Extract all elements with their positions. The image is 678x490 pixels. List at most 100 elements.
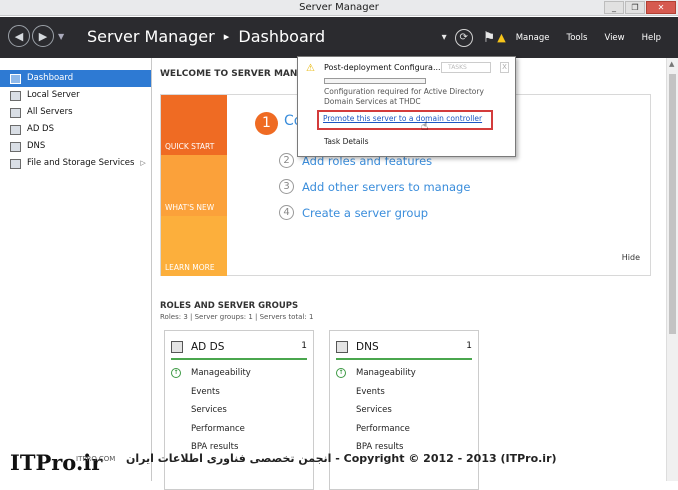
window-controls: _ ❐ ✕ [604,1,676,14]
notifications-flag-icon[interactable]: ⚑ [483,30,496,46]
roles-summary: Roles: 3 | Server groups: 1 | Servers to… [160,313,314,321]
minimize-button[interactable]: _ [604,1,624,14]
sidebar-item-all-servers[interactable]: All Servers [0,104,151,121]
refresh-icon[interactable]: ⟳ [454,28,473,47]
step-add-servers[interactable]: 3 Add other servers to manage [279,179,470,194]
warning-badge-icon: ▲ [497,31,506,44]
role-card-ad-ds[interactable]: AD DS 1 ↑ Manageability Events Services … [164,330,314,490]
refresh-dropdown-icon[interactable]: ▾ [442,32,447,43]
sidebar: Dashboard Local Server All Servers AD DS… [0,58,152,481]
notification-title: Post-deployment Configura... [324,63,441,72]
scroll-up-icon[interactable]: ▲ [669,60,674,68]
sidebar-item-dns[interactable]: DNS [0,138,151,155]
servers-icon [10,107,21,118]
menu-help[interactable]: Help [642,33,661,43]
role-row-events[interactable]: Events [356,387,385,397]
role-row-manageability[interactable]: ↑ Manageability [336,368,416,378]
sidebar-item-label: AD DS [27,124,55,134]
status-ok-icon: ↑ [171,368,181,378]
role-row-services[interactable]: Services [356,405,392,415]
sidebar-item-label: All Servers [27,107,73,117]
tasks-dropdown[interactable]: TASKS [441,62,491,73]
step-label[interactable]: Create a server group [302,206,428,220]
warning-icon: ⚠ [306,63,315,74]
role-count: 1 [466,341,472,351]
breadcrumb-current: Dashboard [238,27,326,46]
watermark-small: ITPRO.COM [76,455,116,463]
forward-arrow-icon: ▶ [38,29,48,43]
role-name: DNS [356,341,379,353]
role-row-label: Manageability [356,368,416,378]
menu-tools[interactable]: Tools [566,33,587,43]
scrollbar-thumb[interactable] [669,74,676,334]
history-dropdown-icon[interactable]: ▼ [58,32,64,41]
status-ok-icon: ↑ [336,368,346,378]
sidebar-item-ad-ds[interactable]: AD DS [0,121,151,138]
dashboard-icon [10,73,21,84]
dns-icon [336,341,348,353]
role-card-dns[interactable]: DNS 1 ↑ Manageability Events Services Pe… [329,330,479,490]
tile-quick-start[interactable]: QUICK START [161,95,227,155]
notification-popup: ⚠ Post-deployment Configura... TASKS X C… [297,56,516,157]
step-number: 2 [279,153,294,168]
directory-icon [10,124,21,135]
header-actions: ▾ ⟳ ⚑ ▲ Manage Tools View Help [442,17,678,58]
back-button[interactable]: ◀ [8,25,30,47]
vertical-scrollbar[interactable]: ▲ [666,58,678,481]
notification-close-button[interactable]: X [500,62,509,73]
role-row-manageability[interactable]: ↑ Manageability [171,368,251,378]
role-row-events[interactable]: Events [191,387,220,397]
role-row-bpa[interactable]: BPA results [191,442,238,452]
tile-learn-more[interactable]: LEARN MORE [161,216,227,276]
step-1-badge: 1 [255,112,278,135]
step-label[interactable]: Add other servers to manage [302,180,470,194]
sidebar-item-local-server[interactable]: Local Server [0,87,151,104]
hide-link[interactable]: Hide [622,253,640,262]
step-number: 3 [279,179,294,194]
dns-icon [10,141,21,152]
step-number: 4 [279,205,294,220]
sidebar-item-label: DNS [27,141,46,151]
back-arrow-icon: ◀ [14,29,24,43]
server-icon [10,90,21,101]
role-row-performance[interactable]: Performance [356,424,410,434]
breadcrumb-separator-icon: ▸ [223,30,230,43]
role-card-header[interactable]: AD DS 1 [171,340,307,360]
role-card-header[interactable]: DNS 1 [336,340,472,360]
sidebar-item-label: Local Server [27,90,80,100]
breadcrumb-root[interactable]: Server Manager [87,27,215,46]
breadcrumb: Server Manager ▸ Dashboard [87,27,325,46]
role-row-services[interactable]: Services [191,405,227,415]
header-bar: ◀ ▶ ▼ Server Manager ▸ Dashboard ▾ ⟳ ⚑ ▲… [0,17,678,58]
tile-whats-new[interactable]: WHAT'S NEW [161,155,227,216]
expand-chevron-icon[interactable]: ▷ [140,155,145,172]
forward-button[interactable]: ▶ [32,25,54,47]
storage-icon [10,158,21,169]
notification-description: Configuration required for Active Direct… [324,87,484,106]
step-create-group[interactable]: 4 Create a server group [279,205,428,220]
task-details-link[interactable]: Task Details [324,137,369,146]
role-count: 1 [301,341,307,351]
sidebar-item-dashboard[interactable]: Dashboard [0,70,151,87]
sidebar-item-file-storage[interactable]: File and Storage Services ▷ [0,155,151,172]
hand-cursor-icon: ☝ [421,119,429,133]
role-row-bpa[interactable]: BPA results [356,442,403,452]
close-button[interactable]: ✕ [646,1,676,14]
watermark-copyright: انجمن تخصصی فناوری اطلاعات ایران - Copyr… [126,452,557,465]
window-title: Server Manager [299,2,379,13]
menu-view[interactable]: View [604,33,624,43]
maximize-button[interactable]: ❐ [625,1,645,14]
navigation-buttons: ◀ ▶ ▼ [8,25,64,47]
sidebar-item-label: Dashboard [27,73,74,83]
promote-dc-link[interactable]: Promote this server to a domain controll… [323,114,482,123]
progress-bar [324,78,426,84]
roles-title: ROLES AND SERVER GROUPS [160,301,299,311]
role-name: AD DS [191,341,225,353]
role-row-label: Manageability [191,368,251,378]
role-row-performance[interactable]: Performance [191,424,245,434]
menu-manage[interactable]: Manage [516,33,550,43]
title-bar: Server Manager _ ❐ ✕ [0,0,678,16]
directory-icon [171,341,183,353]
sidebar-item-label: File and Storage Services [27,158,135,168]
promote-highlight: Promote this server to a domain controll… [317,110,493,130]
